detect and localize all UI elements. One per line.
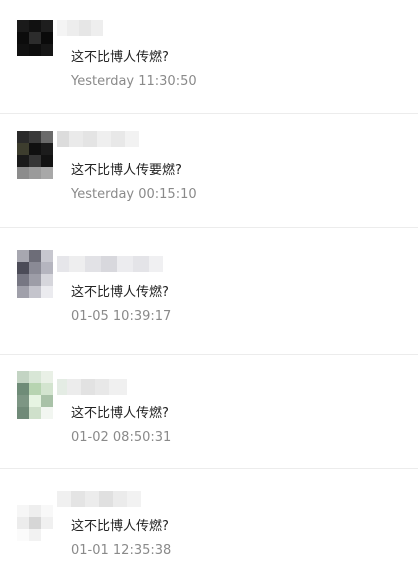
message-text: 这不比博人传燃? <box>71 50 169 65</box>
list-item[interactable]: 这不比博人传要燃? Yesterday 00:15:10 <box>0 114 418 227</box>
message-list: 这不比博人传燃? Yesterday 11:30:50 这不比博人传要燃? Ye… <box>0 0 418 579</box>
message-time: 01-02 08:50:31 <box>71 430 172 445</box>
message-text: 这不比博人传要燃? <box>71 163 182 178</box>
sender-name <box>57 491 141 507</box>
list-item[interactable]: 这不比博人传燃? 01-05 10:39:17 <box>0 228 418 354</box>
list-item[interactable]: 这不比博人传燃? Yesterday 11:30:50 <box>0 0 418 113</box>
sender-name <box>57 20 103 36</box>
list-item[interactable]: 这不比博人传燃? 01-01 12:35:38 <box>0 469 418 579</box>
message-text: 这不比博人传燃? <box>71 406 169 421</box>
message-text: 这不比博人传燃? <box>71 519 169 534</box>
avatar[interactable] <box>17 250 53 298</box>
message-time: Yesterday 11:30:50 <box>71 74 197 89</box>
message-time: Yesterday 00:15:10 <box>71 187 197 202</box>
list-item[interactable]: 这不比博人传燃? 01-02 08:50:31 <box>0 355 418 468</box>
avatar[interactable] <box>17 131 53 179</box>
sender-name <box>57 131 139 147</box>
message-text: 这不比博人传燃? <box>71 285 169 300</box>
avatar[interactable] <box>17 371 53 419</box>
avatar[interactable] <box>17 505 53 541</box>
sender-name <box>57 379 127 395</box>
message-time: 01-01 12:35:38 <box>71 543 172 558</box>
message-time: 01-05 10:39:17 <box>71 309 172 324</box>
sender-name <box>57 256 163 272</box>
avatar[interactable] <box>17 20 53 56</box>
